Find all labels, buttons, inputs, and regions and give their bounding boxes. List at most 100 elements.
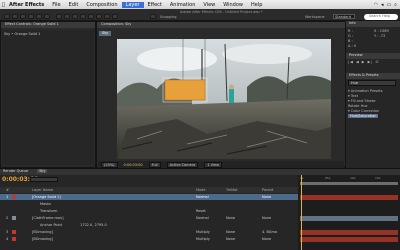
menu-file[interactable]: File	[48, 2, 64, 8]
layer-parent[interactable]: Reset	[196, 209, 206, 213]
menu-help[interactable]: Help	[247, 2, 266, 8]
preview-panel-header[interactable]: Preview	[346, 53, 400, 59]
layer-name: [BGmoving]	[32, 230, 53, 234]
tree-item[interactable]: ▾ Fill and Stroke	[348, 99, 376, 103]
menu-bar:  After Effects File Edit Composition La…	[0, 0, 400, 9]
comp-sub-tab[interactable]: Sky	[99, 31, 112, 36]
spotlight-icon[interactable]: ⌕	[394, 2, 397, 8]
pen-tool-icon[interactable]	[64, 14, 70, 19]
layer-mode[interactable]: Normal	[196, 216, 209, 220]
apple-icon[interactable]: 	[0, 2, 7, 8]
layer-label-color-chip[interactable]	[12, 237, 16, 241]
layer-number[interactable]: 3	[6, 230, 8, 234]
work-area-bar[interactable]	[300, 182, 398, 185]
camera-select[interactable]: Active Camera	[166, 161, 199, 168]
sky-timeline-tab[interactable]: Sky	[37, 169, 48, 173]
layer-label-color-chip[interactable]	[12, 216, 16, 220]
layer-mode[interactable]: Multiply	[196, 237, 210, 241]
preview-controls-icon[interactable]: |◀ ◀ ▶ ▶| ⊡	[348, 60, 380, 64]
camera-tool-icon[interactable]	[36, 14, 42, 19]
timeline-track-area[interactable]	[298, 175, 400, 250]
type-tool-icon[interactable]	[72, 14, 78, 19]
hand-tool-icon[interactable]	[12, 14, 18, 19]
timeline-search-input[interactable]	[30, 177, 58, 182]
eraser-tool-icon[interactable]	[96, 14, 102, 19]
selection-tool-icon[interactable]	[4, 14, 10, 19]
timeline-layer-row[interactable]: 2 [ClothFrame.mov] Normal None None	[0, 215, 298, 221]
layer-parent[interactable]: None	[262, 216, 271, 220]
views-select[interactable]: 1 View	[204, 161, 222, 168]
menu-composition[interactable]: Composition	[82, 2, 121, 8]
pan-behind-tool-icon[interactable]	[44, 14, 50, 19]
puppet-tool-icon[interactable]	[112, 14, 118, 19]
menu-animation[interactable]: Animation	[166, 2, 200, 8]
brush-tool-icon[interactable]	[80, 14, 86, 19]
composition-viewer[interactable]	[117, 39, 331, 159]
layer-duration-bar[interactable]	[300, 236, 398, 242]
tree-item[interactable]: ▾ Color Correction	[348, 109, 379, 113]
layer-label-color-chip[interactable]	[12, 195, 16, 199]
menu-window[interactable]: Window	[219, 2, 247, 8]
info-g: G :	[348, 34, 354, 38]
layer-parent[interactable]: 4. BGmo	[262, 230, 277, 234]
effects-search-input[interactable]: Hue	[348, 80, 396, 86]
menu-edit[interactable]: Edit	[65, 2, 83, 8]
layer-number[interactable]: 1	[6, 195, 8, 199]
menu-effect[interactable]: Effect	[144, 2, 166, 8]
battery-icon[interactable]: ▭	[386, 2, 391, 8]
ruler-tick: 15s	[375, 176, 381, 180]
tree-item[interactable]: Rotate Hue	[348, 104, 368, 108]
layer-number[interactable]: 4	[6, 237, 8, 241]
layer-trkmat[interactable]: None	[226, 230, 235, 234]
resolution-select[interactable]: Full	[148, 161, 161, 168]
layer-parent[interactable]: None	[262, 237, 271, 241]
menu-view[interactable]: View	[199, 2, 219, 8]
layer-trkmat[interactable]: None	[226, 237, 235, 241]
shape-tool-icon[interactable]	[56, 14, 62, 19]
layer-name: [ClothFrame.mov]	[32, 216, 64, 220]
timeline-layer-row[interactable]: 1 [Orange Solid 1] Normal None	[0, 194, 298, 200]
info-panel-header[interactable]: Info	[346, 21, 400, 27]
effect-controls-tab[interactable]: Effect Controls: Orange Solid 1	[1, 22, 95, 28]
info-r: R :	[348, 29, 353, 33]
layer-mode[interactable]: Multiply	[196, 230, 210, 234]
rotate-tool-icon[interactable]	[28, 14, 34, 19]
app-menu[interactable]: After Effects	[7, 2, 48, 8]
tree-item[interactable]: ▾ Text	[348, 94, 358, 98]
composition-panel: Composition: Sky Sky (25%) 0:00:03:00 Fu…	[96, 21, 346, 168]
layer-duration-bar[interactable]	[300, 229, 398, 235]
search-help-input[interactable]: Search Help	[364, 14, 398, 20]
render-queue-tab[interactable]: Render Queue	[3, 169, 28, 173]
roto-brush-tool-icon[interactable]	[104, 14, 110, 19]
layer-number[interactable]: 2	[6, 216, 8, 220]
layer-duration-bar[interactable]	[300, 215, 398, 221]
timeline-layer-row[interactable]: 3 [BGmoving] Multiply None 4. BGmo	[0, 229, 298, 235]
tree-item[interactable]: ▾ Animation Presets	[348, 89, 383, 93]
snapping-checkbox[interactable]	[150, 14, 156, 19]
hue-saturation-effect[interactable]: Hue/Saturation	[348, 114, 379, 118]
clone-tool-icon[interactable]	[88, 14, 94, 19]
comp-timecode[interactable]: 0:00:03:00	[124, 163, 143, 167]
layer-mode[interactable]: 1722.0, 2795.0	[80, 223, 107, 227]
timeline-layer-row[interactable]: 4 [BGmoving] Multiply None None	[0, 236, 298, 242]
composition-tab[interactable]: Composition: Sky	[97, 22, 345, 28]
menu-layer[interactable]: Layer	[121, 1, 144, 8]
layer-parent[interactable]: None	[262, 195, 271, 199]
tree-item-selected[interactable]: Hue/Saturation	[348, 114, 379, 118]
layer-duration-bar[interactable]	[300, 194, 398, 200]
layer-mode[interactable]: Normal	[196, 195, 209, 199]
playhead[interactable]	[301, 175, 302, 250]
layer-trkmat[interactable]: None	[226, 216, 235, 220]
timeline-layer-row[interactable]: Masks	[0, 201, 298, 207]
workspace-select[interactable]: Standard	[333, 14, 355, 19]
volume-icon[interactable]: ◂	[381, 2, 384, 8]
layer-name: Masks	[40, 202, 51, 206]
effect-controls-body	[2, 30, 94, 165]
zoom-tool-icon[interactable]	[20, 14, 26, 19]
wifi-icon[interactable]: ◠	[374, 2, 378, 8]
timeline-layer-row[interactable]: Anchor Point 1722.0, 2795.0	[0, 222, 298, 228]
timeline-layer-row[interactable]: Transform Reset	[0, 208, 298, 214]
magnification-select[interactable]: (25%)	[101, 161, 118, 168]
effects-presets-header[interactable]: Effects & Presets	[346, 73, 400, 79]
layer-label-color-chip[interactable]	[12, 230, 16, 234]
